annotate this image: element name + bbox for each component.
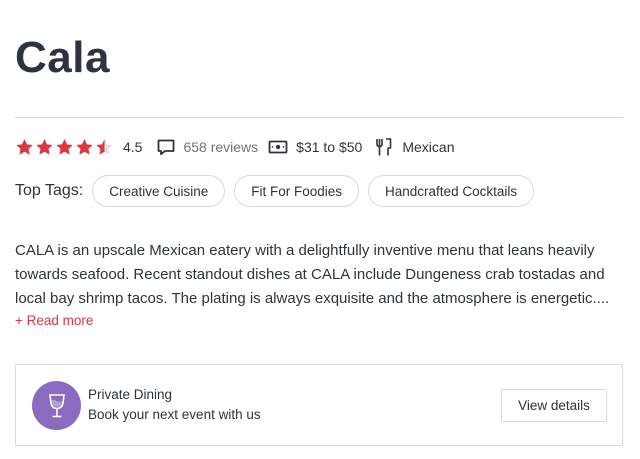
cuisine-label: Mexican xyxy=(402,139,455,155)
private-dining-title: Private Dining xyxy=(88,387,173,402)
star-icon xyxy=(36,139,53,155)
reviews-count: 658 reviews xyxy=(183,139,259,155)
divider xyxy=(15,117,623,118)
restaurant-overview: 4.5 658 reviews $31 to $50 Mexican xyxy=(15,136,454,158)
star-rating xyxy=(15,138,115,156)
tag-chip[interactable]: Fit For Foodies xyxy=(234,175,360,207)
fork-knife-icon xyxy=(374,137,394,157)
money-icon xyxy=(268,137,288,157)
private-dining-card: Private Dining Book your next event with… xyxy=(15,364,623,446)
read-more-link[interactable]: + Read more xyxy=(15,313,93,328)
tag-chip[interactable]: Creative Cuisine xyxy=(92,175,226,207)
reviews-link[interactable]: 658 reviews xyxy=(156,137,258,157)
star-icon xyxy=(76,139,93,155)
restaurant-name: Cala xyxy=(15,33,110,82)
wine-glass-icon xyxy=(32,381,81,430)
top-tags: Top Tags: Creative Cuisine Fit For Foodi… xyxy=(15,175,543,207)
top-tags-label: Top Tags: xyxy=(15,182,84,199)
star-icon xyxy=(96,139,113,155)
tag-chip[interactable]: Handcrafted Cocktails xyxy=(368,175,535,207)
price-range: $31 to $50 xyxy=(268,137,362,157)
star-icon xyxy=(56,139,73,155)
view-details-button[interactable]: View details xyxy=(501,389,607,422)
private-dining-subtitle: Book your next event with us xyxy=(88,407,261,422)
speech-bubble-icon xyxy=(156,137,176,157)
star-icon xyxy=(16,139,33,155)
rating-value: 4.5 xyxy=(123,139,143,155)
cuisine: Mexican xyxy=(374,137,454,157)
price-label: $31 to $50 xyxy=(296,139,363,155)
restaurant-description: CALA is an upscale Mexican eatery with a… xyxy=(15,242,610,307)
